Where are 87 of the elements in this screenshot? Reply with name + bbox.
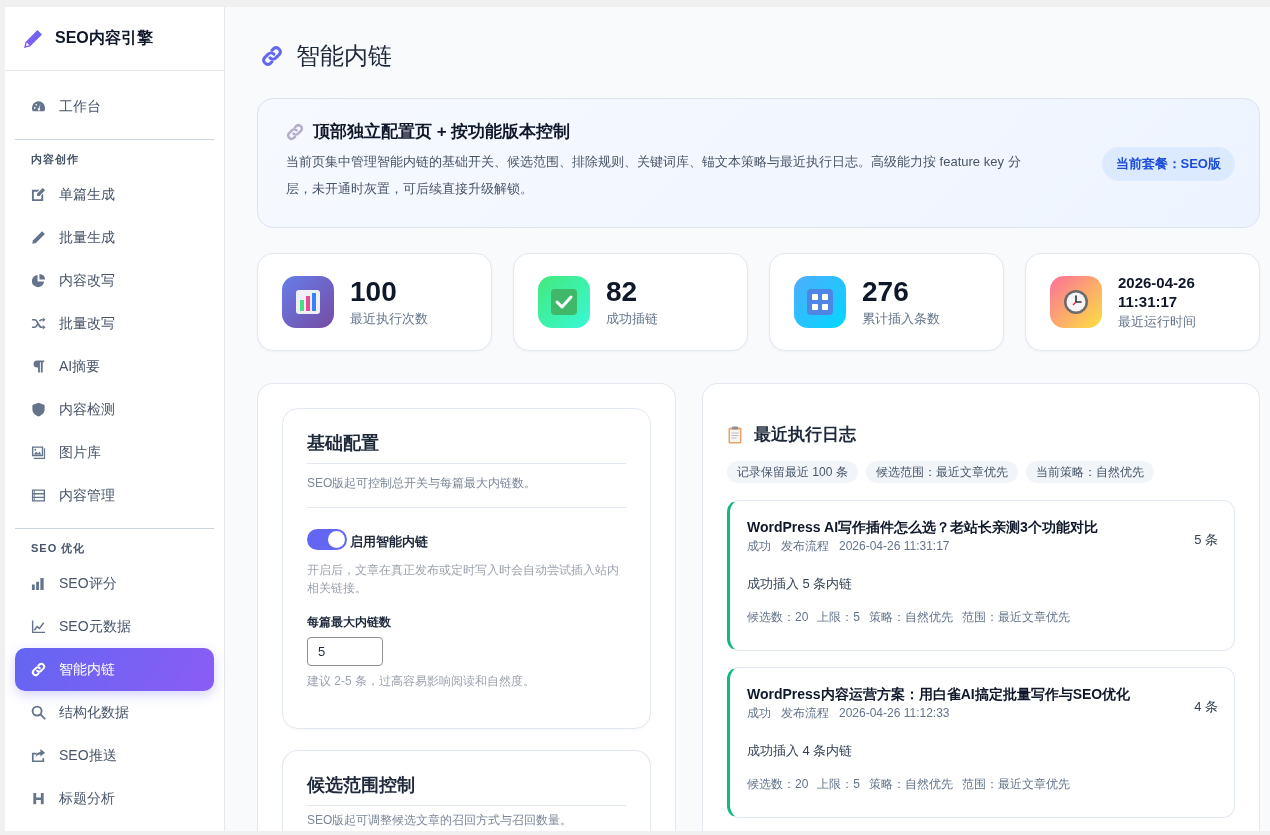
toggle-label: 启用智能内链 xyxy=(350,534,428,550)
section-title: 基础配置 xyxy=(307,430,626,464)
log-source: 发布流程 xyxy=(781,538,829,555)
stat-value: 276 xyxy=(862,276,910,308)
log-detail: 策略：自然优先 xyxy=(869,776,954,792)
sidebar-item[interactable]: 内容改写 xyxy=(15,259,214,302)
section-heading: 内容创作 xyxy=(30,152,80,166)
shuffle-icon xyxy=(31,316,46,331)
clipboard-icon xyxy=(728,426,742,444)
gauge-icon xyxy=(31,99,46,114)
sidebar-item[interactable]: 内容检测 xyxy=(15,388,214,431)
log-summary: 成功插入 4 条内链 xyxy=(747,742,854,760)
info-tag: 当前策略：自然优先 xyxy=(1025,461,1154,483)
banner-title: 顶部独立配置页 + 按功能版本控制 xyxy=(313,121,571,143)
heading-icon xyxy=(31,791,46,806)
info-tag: 记录保留最近 100 条 xyxy=(727,461,858,483)
stat-value: 2026-04-26 11:31:17 xyxy=(1118,273,1196,311)
magnifier-icon xyxy=(31,705,46,720)
log-status: 成功 xyxy=(747,705,771,722)
sidebar-item[interactable]: 批量生成 xyxy=(15,216,214,259)
clock-icon xyxy=(1050,276,1102,328)
section-description: SEO版起可控制总开关与每篇最大内链数。 xyxy=(307,475,538,492)
number-input[interactable]: 5 xyxy=(307,637,383,666)
log-status: 成功 xyxy=(747,538,771,555)
pencil-icon xyxy=(31,230,46,245)
link-icon xyxy=(286,123,304,141)
link-icon xyxy=(31,662,46,677)
field-label: 每篇最大内链数 xyxy=(307,614,392,630)
log-detail: 上限：5 xyxy=(817,609,861,625)
log-detail: 候选数：20 xyxy=(747,609,809,625)
check-icon xyxy=(538,276,590,328)
grid-icon xyxy=(794,276,846,328)
log-summary: 成功插入 5 条内链 xyxy=(747,575,854,593)
sidebar-item[interactable]: 工作台 xyxy=(15,85,214,128)
log-detail: 上限：5 xyxy=(817,776,861,792)
sidebar-item[interactable]: 标题分析 xyxy=(15,777,214,820)
stat-label: 累计插入条数 xyxy=(862,310,940,328)
stat-value: 100 xyxy=(350,276,398,308)
page-title: 智能内链 xyxy=(296,41,392,71)
bar-chart-icon xyxy=(31,576,46,591)
sidebar-item[interactable]: SEO元数据 xyxy=(15,605,214,648)
stat-value: 82 xyxy=(606,276,639,308)
panel-title: 最近执行日志 xyxy=(754,424,856,446)
sidebar-item[interactable]: 内容管理 xyxy=(15,474,214,517)
table-icon xyxy=(31,488,46,503)
banner-description: 当前页集中管理智能内链的基础开关、候选范围、排除规则、关键词库、锚文本策略与最近执行日志。高级能力按 feature key 分层，未开通时灰置，可后续直接升级解锁。 xyxy=(286,153,1022,198)
log-title: WordPress AI写作插件怎么选？老站长亲测3个功能对比 xyxy=(747,518,1099,537)
brand-name: SEO内容引擎 xyxy=(55,28,153,48)
sidebar-item[interactable]: AI摘要 xyxy=(15,345,214,388)
info-tag: 候选范围：最近文章优先 xyxy=(865,461,1018,483)
pencil-icon xyxy=(23,28,43,49)
section-description: SEO版起可调整候选文章的召回方式与召回数量。 xyxy=(307,812,574,828)
link-count: 5 条 xyxy=(1194,531,1218,549)
section-heading: SEO 优化 xyxy=(30,541,87,555)
log-title: WordPress内容运营方案：用白雀AI搞定批量写作与SEO优化 xyxy=(747,685,1132,704)
share-icon xyxy=(31,748,46,763)
section-title: 候选范围控制 xyxy=(307,772,626,806)
line-chart-icon xyxy=(31,619,46,634)
link-count: 4 条 xyxy=(1194,698,1218,716)
stat-label: 最近运行时间 xyxy=(1118,313,1197,331)
pie-icon xyxy=(31,273,46,288)
hint-text: 建议 2-5 条，过高容易影响阅读和自然度。 xyxy=(307,673,536,689)
sidebar-item[interactable]: 智能内链 xyxy=(15,648,214,691)
sidebar-item[interactable]: 图片库 xyxy=(15,431,214,474)
sidebar-item[interactable]: 结构化数据 xyxy=(15,691,214,734)
edit-icon xyxy=(31,187,46,202)
log-time: 2026-04-26 11:31:17 xyxy=(839,538,950,555)
bar-chart-icon xyxy=(282,276,334,328)
sidebar-item[interactable]: 单篇生成 xyxy=(15,173,214,216)
sidebar-item[interactable]: SEO评分 xyxy=(15,562,214,605)
sidebar-item[interactable]: 批量改写 xyxy=(15,302,214,345)
log-detail: 范围：最近文章优先 xyxy=(962,776,1071,792)
image-icon xyxy=(31,445,46,460)
plan-badge: 当前套餐：SEO版 xyxy=(1101,147,1235,181)
paragraph-icon xyxy=(31,359,46,374)
sidebar-item[interactable]: SEO推送 xyxy=(15,734,214,777)
toggle-switch[interactable] xyxy=(307,529,347,550)
help-text: 开启后，文章在真正发布或定时写入时会自动尝试插入站内相关链接。 xyxy=(307,562,620,597)
log-detail: 策略：自然优先 xyxy=(869,609,954,625)
stat-label: 最近执行次数 xyxy=(350,310,428,328)
link-icon xyxy=(261,45,283,67)
log-time: 2026-04-26 11:12:33 xyxy=(839,705,950,722)
stat-label: 成功插链 xyxy=(606,310,658,328)
log-detail: 范围：最近文章优先 xyxy=(962,609,1071,625)
shield-icon xyxy=(31,402,46,417)
log-detail: 候选数：20 xyxy=(747,776,809,792)
log-source: 发布流程 xyxy=(781,705,829,722)
